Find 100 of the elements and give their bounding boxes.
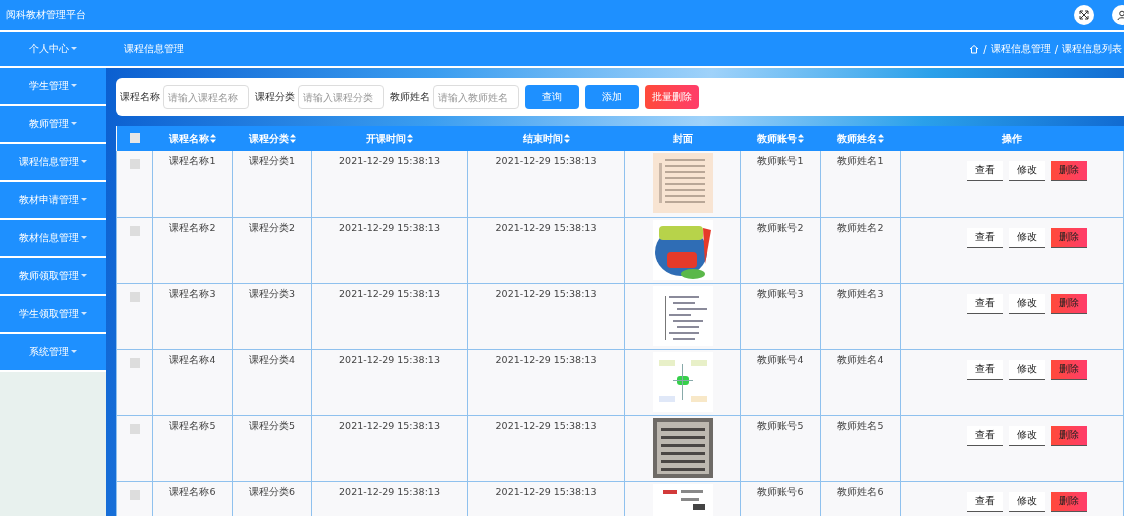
sidebar-label: 系统管理 <box>29 345 69 359</box>
caret-icon <box>71 350 77 354</box>
delete-button[interactable]: 删除 <box>1051 293 1087 314</box>
batch-delete-button[interactable]: 批量删除 <box>645 85 699 109</box>
breadcrumb-separator: / <box>1054 43 1058 55</box>
sidebar-label: 学生领取管理 <box>19 307 79 321</box>
delete-button[interactable]: 删除 <box>1051 161 1087 181</box>
sidebar-item[interactable]: 教师管理 <box>0 106 106 144</box>
caret-icon <box>81 160 87 164</box>
breadcrumb-item[interactable]: 课程信息列表 <box>1062 42 1122 56</box>
sort-icon[interactable] <box>563 134 570 143</box>
sidebar-item[interactable]: 教材信息管理 <box>0 220 106 258</box>
sort-icon[interactable] <box>878 134 884 143</box>
table-cell: 教师姓名3 <box>837 287 884 299</box>
sidebar-item[interactable]: 课程信息管理 <box>0 144 106 182</box>
row-checkbox[interactable] <box>129 357 140 368</box>
breadcrumb-item[interactable]: 课程信息管理 <box>990 42 1051 56</box>
table-cell: 课程分类6 <box>248 485 295 497</box>
toolbar-button[interactable]: 添加 <box>585 85 639 109</box>
action-button[interactable]: 修改 <box>1009 227 1045 248</box>
search-field[interactable]: 请输入课程分类 <box>298 85 384 109</box>
sidebar-label: 教师管理 <box>29 117 69 131</box>
table-cell: 教师账号3 <box>757 287 804 299</box>
delete-button[interactable]: 删除 <box>1051 227 1087 248</box>
row-checkbox[interactable] <box>129 225 140 236</box>
table-cell: 2021-12-29 15:38:13 <box>495 485 597 497</box>
search-field[interactable]: 请输入课程名称 <box>163 85 249 109</box>
caret-icon <box>71 47 77 51</box>
sidebar-label: 教材信息管理 <box>19 231 79 245</box>
table-cell: 2021-12-29 15:38:13 <box>495 419 597 431</box>
delete-button[interactable]: 删除 <box>1051 491 1087 512</box>
table-cell: 教师账号4 <box>757 353 804 365</box>
fullscreen-icon[interactable] <box>1074 5 1094 25</box>
sidebar-label: 个人中心 <box>29 42 69 56</box>
action-button[interactable]: 修改 <box>1009 425 1045 446</box>
sidebar-item[interactable]: 教师领取管理 <box>0 258 106 296</box>
table-cell: 教师账号1 <box>757 155 804 166</box>
action-button[interactable]: 查看 <box>967 227 1003 248</box>
table-cell: 课程名称2 <box>169 221 216 233</box>
delete-button[interactable]: 删除 <box>1051 425 1087 446</box>
caret-icon <box>81 236 87 240</box>
field-label: 教师姓名 <box>390 90 430 104</box>
action-button[interactable]: 查看 <box>967 491 1003 512</box>
table-cell: 课程名称5 <box>169 419 216 431</box>
sidebar-item[interactable]: 教材申请管理 <box>0 182 106 220</box>
action-button[interactable]: 修改 <box>1009 293 1045 314</box>
table-cell: 2021-12-29 15:38:13 <box>339 419 440 431</box>
action-button[interactable]: 修改 <box>1009 359 1045 380</box>
action-button[interactable]: 修改 <box>1009 161 1045 181</box>
sidebar-label: 学生管理 <box>29 79 69 93</box>
action-button[interactable]: 查看 <box>967 161 1003 181</box>
sidebar-item[interactable]: 个人中心 <box>0 32 106 68</box>
sort-icon[interactable] <box>798 134 804 143</box>
sidebar-item[interactable]: 学生管理 <box>0 68 106 106</box>
action-button[interactable]: 修改 <box>1009 491 1045 512</box>
table-cell: 2021-12-29 15:38:13 <box>339 287 440 299</box>
table-cell: 教师姓名5 <box>837 419 884 431</box>
table-cell: 课程名称6 <box>169 485 216 497</box>
table-cell: 2021-12-29 15:38:13 <box>339 221 440 233</box>
table-cell: 课程分类5 <box>248 419 295 431</box>
action-button[interactable]: 查看 <box>967 359 1003 380</box>
row-checkbox[interactable] <box>129 159 140 169</box>
table-cell: 教师账号6 <box>757 485 804 497</box>
table-cell: 教师姓名2 <box>837 221 884 233</box>
select-all-checkbox[interactable] <box>129 132 140 143</box>
table-cell: 2021-12-29 15:38:13 <box>495 287 597 299</box>
action-button[interactable]: 查看 <box>967 293 1003 314</box>
table-cell: 课程分类2 <box>248 221 295 233</box>
sidebar-label: 教材申请管理 <box>19 193 79 207</box>
sidebar-item[interactable]: 系统管理 <box>0 334 106 372</box>
table-cell: 2021-12-29 15:38:13 <box>339 353 440 365</box>
caret-icon <box>81 312 87 316</box>
toolbar-button[interactable]: 查询 <box>525 85 579 109</box>
row-checkbox[interactable] <box>129 489 140 500</box>
sort-icon[interactable] <box>407 134 413 143</box>
sort-icon[interactable] <box>289 134 296 143</box>
column-header: 开课时间 <box>366 131 406 146</box>
delete-button[interactable]: 删除 <box>1051 359 1087 380</box>
table-cell: 教师账号2 <box>757 221 804 233</box>
sidebar-label: 课程信息管理 <box>19 155 79 169</box>
column-header: 封面 <box>672 131 693 146</box>
caret-icon <box>81 198 87 202</box>
row-checkbox[interactable] <box>129 291 140 302</box>
column-header: 操作 <box>1002 131 1022 146</box>
app-title: 阅科教材管理平台 <box>6 8 86 22</box>
table-cell: 教师姓名1 <box>837 155 884 166</box>
sidebar-label: 教师领取管理 <box>19 269 79 283</box>
table-cell: 2021-12-29 15:38:13 <box>495 353 597 365</box>
action-button[interactable]: 查看 <box>967 425 1003 446</box>
table-cell: 教师姓名6 <box>837 485 884 497</box>
sidebar-item[interactable]: 学生领取管理 <box>0 296 106 334</box>
home-icon[interactable] <box>969 44 980 54</box>
sort-icon[interactable] <box>210 134 216 143</box>
page-title: 课程信息管理 <box>124 42 184 56</box>
search-field[interactable]: 请输入教师姓名 <box>433 85 519 109</box>
caret-icon <box>71 84 77 88</box>
row-checkbox[interactable] <box>129 423 140 434</box>
breadcrumb-separator: / <box>983 43 987 55</box>
field-label: 课程名称 <box>120 90 160 104</box>
column-header: 结束时间 <box>522 131 563 146</box>
